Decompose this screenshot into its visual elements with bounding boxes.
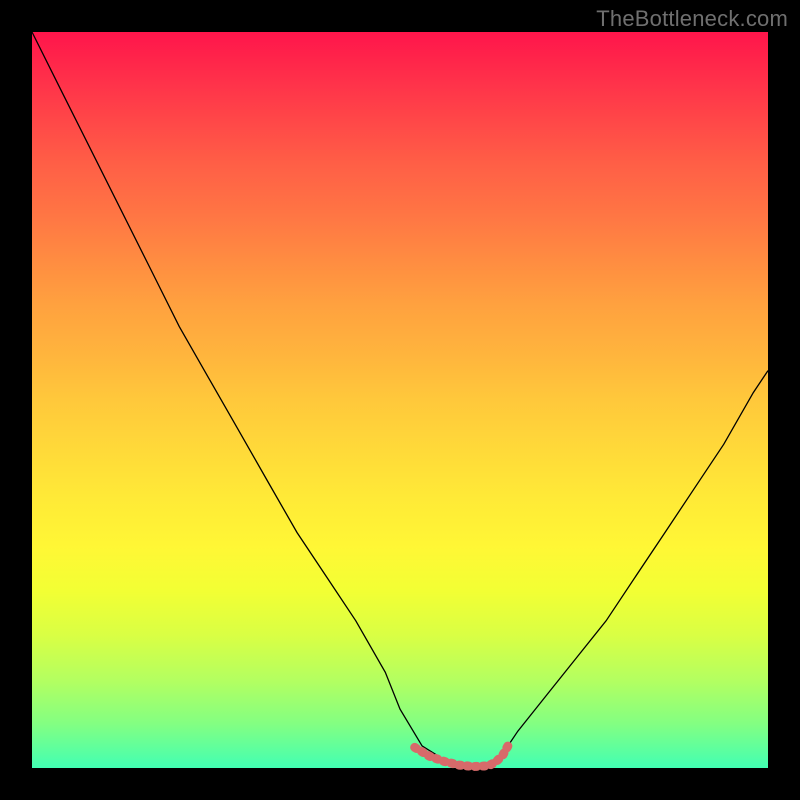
flat-bottom-marker-line bbox=[415, 742, 511, 767]
bottleneck-curve bbox=[32, 32, 768, 768]
watermark-text: TheBottleneck.com bbox=[596, 6, 788, 32]
plot-area bbox=[32, 32, 768, 768]
chart-canvas: TheBottleneck.com bbox=[0, 0, 800, 800]
curve-svg bbox=[32, 32, 768, 768]
